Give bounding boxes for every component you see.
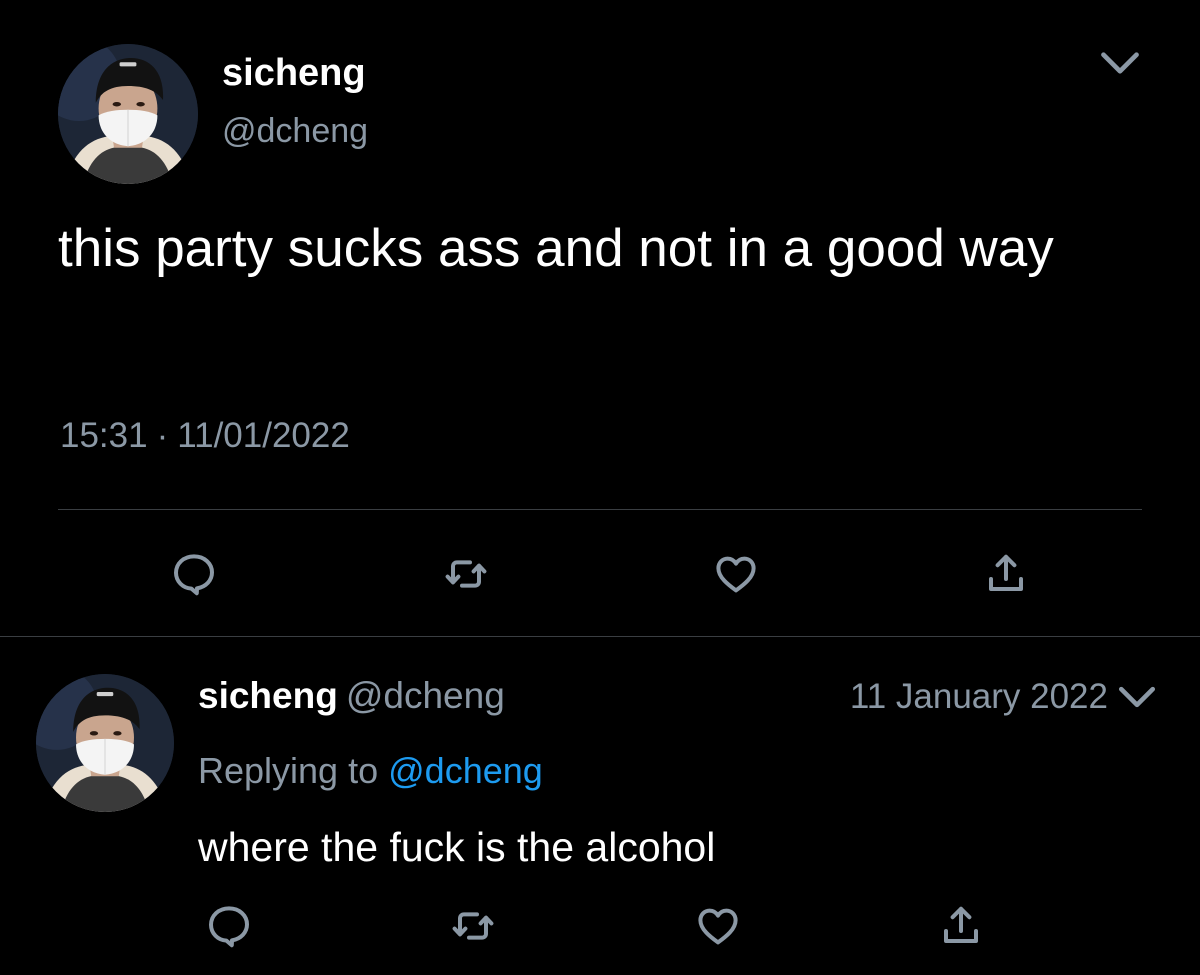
like-button[interactable] <box>686 894 750 958</box>
retweet-icon <box>449 902 497 950</box>
profile-avatar[interactable] <box>36 674 174 812</box>
retweet-icon <box>442 550 490 598</box>
replying-to-label: Replying to <box>198 750 379 791</box>
tweet-text: where the fuck is the alcohol <box>198 824 716 870</box>
share-button[interactable] <box>929 894 993 958</box>
meta-separator: · <box>156 416 169 455</box>
chevron-down-icon[interactable] <box>1098 48 1142 82</box>
share-button[interactable] <box>974 542 1038 606</box>
tweet-date: 11/01/2022 <box>177 416 350 455</box>
reply-icon <box>205 902 253 950</box>
display-name[interactable]: sicheng <box>222 52 366 95</box>
divider <box>58 509 1142 510</box>
profile-photo-icon <box>58 44 198 184</box>
reply-button[interactable] <box>197 894 261 958</box>
like-icon <box>694 902 742 950</box>
chevron-down-icon[interactable] <box>1116 682 1158 714</box>
user-handle[interactable]: @dcheng <box>222 112 368 151</box>
tweet-date[interactable]: 11 January 2022 <box>850 677 1108 717</box>
display-name[interactable]: sicheng <box>198 675 338 716</box>
like-icon <box>712 550 760 598</box>
tweet-timestamp[interactable]: 15:31 · 11/01/2022 <box>60 416 350 456</box>
share-icon <box>982 550 1030 598</box>
tweet-text: this party sucks ass and not in a good w… <box>58 219 1054 278</box>
thread-divider <box>0 636 1200 637</box>
retweet-button[interactable] <box>441 894 505 958</box>
reply-button[interactable] <box>162 542 226 606</box>
user-handle[interactable]: @dcheng <box>346 675 505 716</box>
tweet-time: 15:31 <box>60 416 148 455</box>
like-button[interactable] <box>704 542 768 606</box>
reply-header: sicheng @dcheng <box>198 675 505 717</box>
profile-photo-icon <box>36 674 174 812</box>
share-icon <box>937 902 985 950</box>
reply-icon <box>170 550 218 598</box>
retweet-button[interactable] <box>434 542 498 606</box>
replying-to-handle-link[interactable]: @dcheng <box>388 750 543 791</box>
replying-to: Replying to @dcheng <box>198 750 543 792</box>
profile-avatar[interactable] <box>58 44 198 184</box>
